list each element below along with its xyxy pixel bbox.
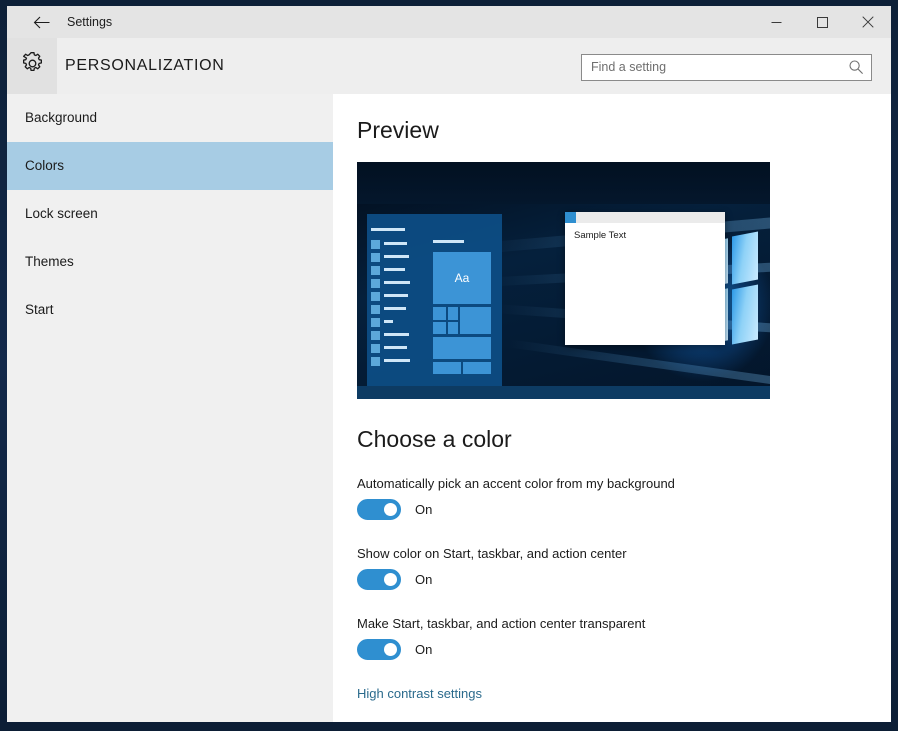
toggle-state-label: On (415, 502, 433, 517)
setting-transparency: Make Start, taskbar, and action center t… (357, 616, 645, 660)
setting-label: Make Start, taskbar, and action center t… (357, 616, 646, 631)
toggle-knob (384, 643, 397, 656)
sample-window-accent-square (565, 212, 576, 223)
toggle-state-label: On (415, 572, 433, 587)
sidebar-item-themes[interactable]: Themes (7, 238, 333, 286)
start-menu-tiles: Aa (433, 240, 493, 374)
toggle-row: On (357, 499, 675, 520)
choose-a-color-heading: Choose a color (357, 426, 512, 452)
window-frame: Settings PERSONALIZATION Find a setting … (0, 0, 898, 731)
sidebar-item-label: Themes (25, 254, 74, 269)
toggle-knob (384, 503, 397, 516)
back-button[interactable] (19, 6, 63, 38)
sidebar-item-start[interactable]: Start (7, 286, 333, 334)
toggle-state-label: On (415, 642, 433, 657)
windows-logo-pane (732, 231, 758, 285)
preview-heading: Preview (357, 117, 439, 143)
sidebar-item-colors[interactable]: Colors (7, 142, 333, 190)
setting-label: Automatically pick an accent color from … (357, 476, 675, 491)
setting-label: Show color on Start, taskbar, and action… (357, 546, 627, 561)
gear-icon (20, 51, 45, 81)
start-menu-preview: Aa (367, 214, 502, 386)
maximize-button[interactable] (799, 6, 845, 38)
sidebar-item-lock-screen[interactable]: Lock screen (7, 190, 333, 238)
minimize-button[interactable] (753, 6, 799, 38)
setting-auto-accent-color: Automatically pick an accent color from … (357, 476, 675, 520)
sidebar-item-label: Colors (25, 158, 65, 173)
page-header: PERSONALIZATION Find a setting (7, 38, 891, 94)
sample-window-text: Sample Text (574, 230, 627, 241)
sidebar-item-label: Background (25, 110, 98, 125)
sidebar: Background Colors Lock screen Themes Sta… (7, 94, 333, 722)
sidebar-item-label: Start (25, 302, 54, 317)
toggle-row: On (357, 639, 645, 660)
auto-accent-color-toggle[interactable] (357, 499, 401, 520)
taskbar-preview (357, 386, 770, 399)
toggle-knob (384, 573, 397, 586)
search-input[interactable]: Find a setting (591, 55, 666, 80)
close-icon (862, 16, 874, 28)
app-title: Settings (67, 15, 113, 29)
settings-category-icon-tile (7, 38, 57, 94)
page-title: PERSONALIZATION (65, 57, 225, 74)
start-menu-app-list (371, 228, 413, 375)
wallpaper-top-band (357, 162, 770, 204)
sidebar-item-label: Lock screen (25, 206, 98, 221)
start-tile-label: Aa (454, 271, 470, 285)
minimize-icon (771, 17, 782, 28)
sample-window-titlebar (565, 212, 725, 223)
transparency-toggle[interactable] (357, 639, 401, 660)
high-contrast-settings-link[interactable]: High contrast settings (357, 686, 482, 701)
back-arrow-icon (33, 16, 50, 29)
show-color-on-start-toggle[interactable] (357, 569, 401, 590)
maximize-icon (816, 16, 828, 28)
content-pane: Preview Aa Sample Text Choose a color Au… (333, 94, 891, 722)
sidebar-item-background[interactable]: Background (7, 94, 333, 142)
close-button[interactable] (845, 6, 891, 38)
settings-window: Settings PERSONALIZATION Find a setting … (7, 6, 891, 722)
toggle-row: On (357, 569, 627, 590)
search-icon[interactable] (848, 59, 864, 80)
sample-window-preview: Sample Text (565, 212, 725, 345)
windows-logo-pane (732, 284, 758, 345)
setting-show-color-on-start: Show color on Start, taskbar, and action… (357, 546, 627, 590)
search-box[interactable]: Find a setting (581, 54, 872, 81)
title-bar: Settings (7, 6, 891, 38)
start-tile-large: Aa (433, 252, 491, 304)
theme-preview-image: Aa Sample Text (357, 162, 770, 399)
